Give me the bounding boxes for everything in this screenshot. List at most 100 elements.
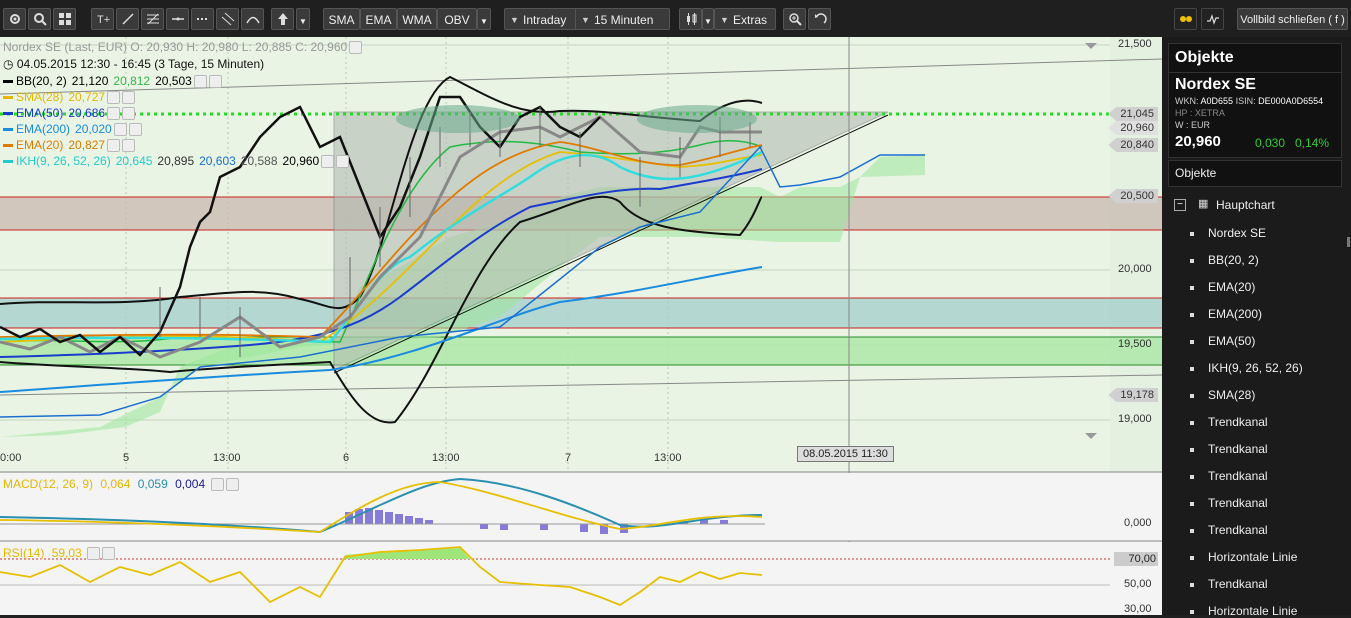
- tree-item[interactable]: Horizontale Linie: [1208, 604, 1297, 618]
- indicator-legend-row: BB(20, 2) 21,120 20,812 20,503: [3, 74, 222, 89]
- legend-swatch: [3, 144, 13, 148]
- last-price: 20,960: [1175, 133, 1221, 150]
- wma-button[interactable]: WMA: [397, 8, 437, 30]
- close-mini-icon[interactable]: [128, 123, 142, 137]
- settings-mini-icon[interactable]: [193, 75, 207, 89]
- close-mini-icon[interactable]: [225, 478, 239, 492]
- settings-mini-icon[interactable]: [349, 41, 363, 55]
- fullscreen-close-button[interactable]: Vollbild schließen ( f ): [1237, 8, 1348, 30]
- line-chart-icon[interactable]: [1201, 8, 1224, 30]
- objects-view-icon[interactable]: [1174, 8, 1197, 30]
- tools-dropdown-icon[interactable]: ▼: [296, 8, 310, 30]
- x-axis-label: 7: [565, 452, 572, 464]
- tree-item[interactable]: Trendkanal: [1208, 415, 1268, 429]
- tree-group-hauptchart[interactable]: Hauptchart: [1216, 198, 1275, 212]
- indicator-value: 20,645: [115, 154, 153, 168]
- x-axis-label: 13:00: [432, 452, 460, 464]
- tree-item[interactable]: Trendkanal: [1208, 523, 1268, 537]
- indicator-value: 20,588: [240, 154, 278, 168]
- text-tool-icon[interactable]: T+: [91, 8, 114, 30]
- legend-swatch: [3, 112, 13, 116]
- tree-bullet-icon: [1190, 421, 1194, 425]
- obv-button[interactable]: OBV: [437, 8, 477, 30]
- x-axis-label: 6: [343, 452, 350, 464]
- objects-sidebar: Objekte Nordex SE WKN: A0D655 ISIN: DE00…: [1162, 37, 1351, 618]
- tree-item[interactable]: EMA(20): [1208, 280, 1255, 294]
- horizontal-line-icon[interactable]: [166, 8, 189, 30]
- settings-mini-icon[interactable]: [321, 155, 335, 169]
- y-axis-label: 19,500: [1118, 338, 1152, 350]
- ema-button[interactable]: EMA: [360, 8, 397, 30]
- tree-item[interactable]: Trendkanal: [1208, 496, 1268, 510]
- tree-item[interactable]: Trendkanal: [1208, 442, 1268, 456]
- tree-item[interactable]: Horizontale Linie: [1208, 550, 1297, 564]
- dotted-line-icon[interactable]: [191, 8, 214, 30]
- legend-swatch: [3, 96, 13, 100]
- settings-icon[interactable]: [3, 8, 26, 30]
- settings-mini-icon[interactable]: [107, 107, 121, 121]
- indicator-dropdown-icon[interactable]: ▼: [477, 8, 491, 30]
- close-mini-icon[interactable]: [208, 75, 222, 89]
- indicator-name: EMA(200): [16, 122, 71, 136]
- search-icon[interactable]: [28, 8, 51, 30]
- candlestick-icon[interactable]: [679, 8, 702, 30]
- undo-icon[interactable]: [808, 8, 831, 30]
- line-tool-icon[interactable]: [116, 8, 139, 30]
- chevron-down-icon: ▼: [720, 15, 729, 25]
- indicator-legend-row: EMA(50) 20,686: [3, 106, 136, 121]
- instrument-card[interactable]: Nordex SE WKN: A0D655 ISIN: DE000A0D6554…: [1168, 72, 1342, 158]
- tree-item[interactable]: Trendkanal: [1208, 577, 1268, 591]
- sidebar-header: Objekte: [1168, 43, 1342, 73]
- rsi-value: 59,03: [51, 546, 82, 560]
- sidebar-title: Objekte: [1175, 49, 1234, 66]
- tree-item[interactable]: Trendkanal: [1208, 469, 1268, 483]
- interval-select[interactable]: ▼ 15 Minuten: [575, 8, 670, 30]
- collapse-icon[interactable]: −: [1174, 199, 1186, 211]
- price-chart-canvas[interactable]: [0, 37, 1162, 615]
- settings-mini-icon[interactable]: [107, 91, 121, 105]
- settings-mini-icon[interactable]: [87, 547, 101, 561]
- tree-item[interactable]: Nordex SE: [1208, 226, 1266, 240]
- indicator-value: 20,503: [155, 74, 192, 88]
- tree-bullet-icon: [1190, 259, 1194, 263]
- extras-menu[interactable]: ▼ Extras: [714, 8, 776, 30]
- arc-icon[interactable]: [241, 8, 264, 30]
- period-text: 04.05.2015 12:30 - 16:45 (3 Tage, 15 Min…: [16, 57, 265, 71]
- tree-bullet-icon: [1190, 529, 1194, 533]
- close-mini-icon[interactable]: [122, 139, 136, 153]
- tree-item[interactable]: IKH(9, 26, 52, 26): [1208, 361, 1303, 375]
- indicator-name: EMA(20): [16, 138, 64, 152]
- channel-icon[interactable]: [216, 8, 239, 30]
- indicator-value: 20,603: [199, 154, 236, 168]
- sma-button[interactable]: SMA: [323, 8, 360, 30]
- grid-icon[interactable]: [53, 8, 76, 30]
- tree-item[interactable]: SMA(28): [1208, 388, 1255, 402]
- fibonacci-icon[interactable]: [141, 8, 164, 30]
- settings-mini-icon[interactable]: [113, 123, 127, 137]
- scrollbar-thumb[interactable]: [1347, 237, 1350, 247]
- close-mini-icon[interactable]: [336, 155, 350, 169]
- objects-header-label: Objekte: [1175, 166, 1217, 180]
- zoom-icon[interactable]: [783, 8, 806, 30]
- chart-area[interactable]: Nordex SE (Last, EUR) O: 20,930 H: 20,98…: [0, 37, 1162, 615]
- settings-mini-icon[interactable]: [210, 478, 224, 492]
- price-tag: 20,500: [1108, 189, 1158, 203]
- rsi-50-label: 50,00: [1124, 578, 1152, 590]
- close-mini-icon[interactable]: [122, 107, 136, 121]
- tree-item[interactable]: EMA(50): [1208, 334, 1255, 348]
- arrow-up-icon[interactable]: [271, 8, 294, 30]
- close-mini-icon[interactable]: [102, 547, 116, 561]
- chart-type-dropdown-icon[interactable]: ▼: [702, 8, 714, 30]
- tree-item[interactable]: BB(20, 2): [1208, 253, 1259, 267]
- close-mini-icon[interactable]: [122, 91, 136, 105]
- settings-mini-icon[interactable]: [107, 139, 121, 153]
- exchange-label: HP : XETRA: [1175, 108, 1225, 118]
- indicator-name: BB(20, 2): [16, 74, 67, 88]
- interval-mode-select[interactable]: ▼ Intraday: [504, 8, 584, 30]
- tree-bullet-icon: [1190, 394, 1194, 398]
- wkn-value: A0D655: [1200, 96, 1234, 106]
- indicator-legend-row: IKH(9, 26, 52, 26) 20,645 20,895 20,603 20,5…: [3, 154, 350, 169]
- tree-item[interactable]: EMA(200): [1208, 307, 1262, 321]
- indicator-legend-row: SMA(28) 20,727: [3, 90, 136, 105]
- indicator-legend-row: EMA(20) 20,827: [3, 138, 136, 153]
